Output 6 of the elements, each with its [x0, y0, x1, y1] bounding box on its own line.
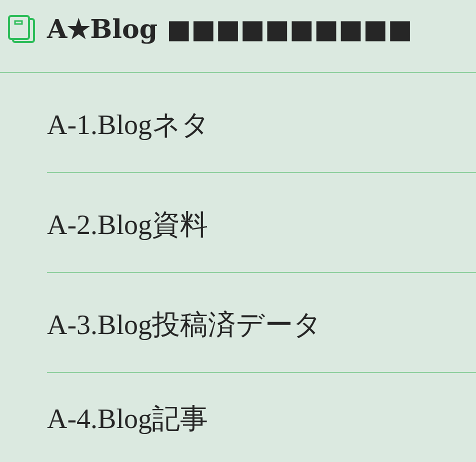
page-link[interactable]: A-3.Blog投稿済データ [47, 306, 322, 344]
notebook-icon [7, 14, 37, 44]
page-link[interactable]: A-2.Blog資料 [47, 206, 208, 244]
page-link[interactable]: A-1.Blogネタ [47, 106, 210, 144]
page-title: A★Blog ■■■■■■■■■■ [47, 14, 412, 44]
page-link[interactable]: A-4.Blog記事 [47, 400, 208, 438]
